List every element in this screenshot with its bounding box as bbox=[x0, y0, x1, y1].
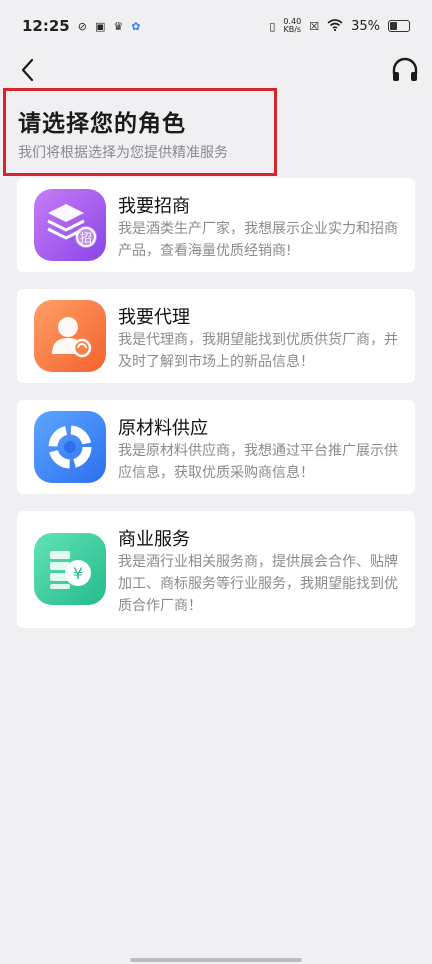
role-card-agent[interactable]: 我要代理 我是代理商，我期望能找到优质供货厂商，并及时了解到市场上的新品信息！ bbox=[17, 289, 415, 383]
role-card-title: 商业服务 bbox=[118, 529, 190, 550]
status-time: 12:25 bbox=[22, 17, 70, 35]
battery-icon bbox=[388, 20, 410, 32]
money-service-icon: ¥ bbox=[34, 533, 106, 605]
headphones-icon bbox=[392, 57, 418, 81]
page-subtitle: 我们将根据选择为您提供精准服务 bbox=[18, 145, 228, 161]
flower-notification-icon: ✿ bbox=[131, 19, 141, 33]
no-sim-icon: ☒ bbox=[309, 19, 320, 33]
merchant-icon-badge: 招 bbox=[80, 231, 92, 245]
chevron-left-icon bbox=[21, 58, 34, 82]
role-card-business-service[interactable]: ¥ 商业服务 我是酒行业相关服务商，提供展会合作、贴牌加工、商标服务等行业服务，… bbox=[17, 511, 415, 628]
role-card-description: 我是酒类生产厂家，我想展示企业实力和招商产品，查看海量优质经销商! bbox=[118, 221, 398, 259]
role-card-description: 我是酒行业相关服务商，提供展会合作、贴牌加工、商标服务等行业服务，我期望能找到优… bbox=[118, 554, 398, 614]
top-bar bbox=[0, 52, 432, 92]
status-left: 12:25 ⊘ ▣ ♛ ✿ bbox=[22, 17, 140, 35]
role-card-title: 我要代理 bbox=[118, 307, 190, 328]
status-bar: 12:25 ⊘ ▣ ♛ ✿ ▯ 0.40 KB/s ☒ 35% bbox=[0, 0, 432, 52]
role-card-title: 我要招商 bbox=[118, 196, 190, 217]
battery-percent: 35% bbox=[351, 18, 380, 34]
stack-layers-icon: 招 bbox=[34, 189, 106, 261]
supply-ring-icon bbox=[34, 411, 106, 483]
role-card-description: 我是原材料供应商，我想通过平台推广展示供应信息，获取优质采购商信息！ bbox=[118, 443, 398, 481]
status-right: ▯ 0.40 KB/s ☒ 35% bbox=[269, 18, 410, 34]
role-card-title: 原材料供应 bbox=[118, 418, 208, 439]
agent-person-icon bbox=[34, 300, 106, 372]
customer-service-button[interactable] bbox=[390, 56, 420, 84]
page-title: 请选择您的角色 bbox=[18, 111, 186, 137]
svg-text:¥: ¥ bbox=[73, 564, 83, 583]
wifi-icon bbox=[327, 19, 343, 33]
back-button[interactable] bbox=[16, 56, 44, 84]
network-speed-unit: KB/s bbox=[283, 25, 302, 34]
home-indicator[interactable] bbox=[130, 958, 302, 962]
role-card-raw-material[interactable]: 原材料供应 我是原材料供应商，我想通过平台推广展示供应信息，获取优质采购商信息！ bbox=[17, 400, 415, 494]
network-speed: 0.40 KB/s bbox=[283, 18, 301, 34]
message-notification-icon: ▣ bbox=[94, 19, 106, 33]
app-notification-icon: ⊘ bbox=[77, 19, 87, 33]
role-card-merchant[interactable]: 招 我要招商 我是酒类生产厂家，我想展示企业实力和招商产品，查看海量优质经销商! bbox=[17, 178, 415, 272]
crown-notification-icon: ♛ bbox=[113, 19, 124, 33]
vibrate-icon: ▯ bbox=[269, 19, 276, 33]
role-card-description: 我是代理商，我期望能找到优质供货厂商，并及时了解到市场上的新品信息！ bbox=[118, 332, 398, 370]
